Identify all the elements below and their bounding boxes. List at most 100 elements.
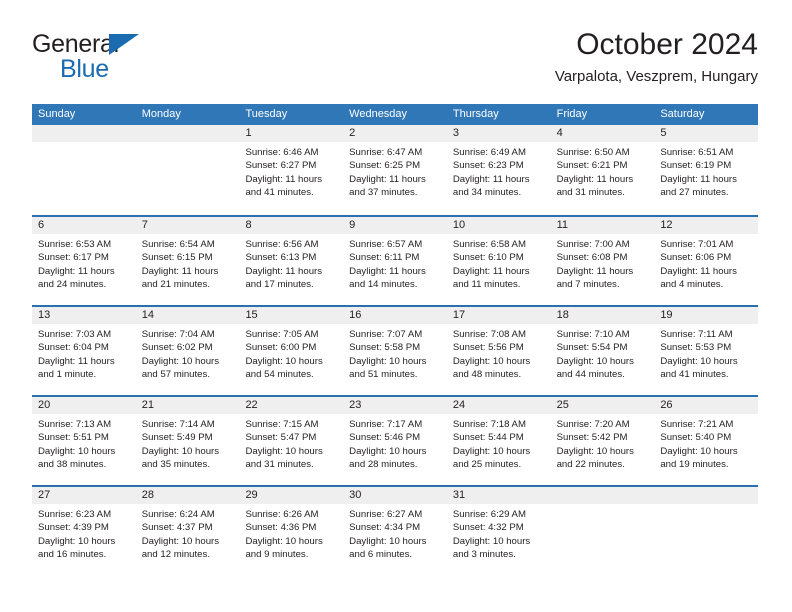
- day-cell-5[interactable]: 5 Sunrise: 6:51 AM Sunset: 6:19 PM Daylight…: [654, 125, 759, 215]
- day-cell-22[interactable]: 22 Sunrise: 7:15 AM Sunset: 5:47 PM Dayligh…: [239, 397, 344, 485]
- day-number: 17: [446, 307, 551, 324]
- weekday-header-tuesday: Tuesday: [245, 108, 288, 120]
- day-sunrise-line: Sunrise: 7:14 AM: [141, 419, 215, 430]
- day-number: 19: [654, 307, 759, 324]
- day-cell-28[interactable]: 28 Sunrise: 6:24 AM Sunset: 4:37 PM Dayligh…: [135, 487, 240, 575]
- day-cell-8[interactable]: 8 Sunrise: 6:56 AM Sunset: 6:13 PM Daylight…: [239, 217, 344, 305]
- day-cell-15[interactable]: 15 Sunrise: 7:05 AM Sunset: 6:00 PM Dayligh…: [239, 307, 344, 395]
- day-sun-info: Sunrise: 7:05 AM Sunset: 6:00 PM Daylight:…: [239, 324, 343, 382]
- day-sun-info: Sunrise: 7:07 AM Sunset: 5:58 PM Daylight:…: [343, 324, 447, 382]
- day-cell-empty: [32, 125, 136, 215]
- day-cell-26[interactable]: 26 Sunrise: 7:21 AM Sunset: 5:40 PM Dayligh…: [654, 397, 759, 485]
- day-cell-empty: [135, 125, 240, 215]
- weekday-header-row: Sunday Monday Tuesday Wednesday Thursday Frid…: [32, 104, 758, 125]
- day-sunset-line: Sunset: 5:42 PM: [556, 432, 628, 444]
- day-sunset-line: Sunset: 5:49 PM: [141, 432, 213, 444]
- day-sunrise-line: Sunrise: 7:18 AM: [452, 419, 526, 430]
- day-daylight-line: Daylight: 11 hours: [38, 265, 115, 277]
- day-sun-info: Sunrise: 7:18 AM Sunset: 5:44 PM Daylight:…: [447, 414, 551, 472]
- day-cell-19[interactable]: 19 Sunrise: 7:11 AM Sunset: 5:53 PM Dayligh…: [654, 307, 759, 395]
- day-sunset-line: Sunset: 6:21 PM: [556, 160, 628, 172]
- day-cell-3[interactable]: 3 Sunrise: 6:49 AM Sunset: 6:23 PM Daylight…: [446, 125, 551, 215]
- day-sunrise-line: Sunrise: 6:57 AM: [349, 239, 423, 250]
- day-cell-16[interactable]: 16 Sunrise: 7:07 AM Sunset: 5:58 PM Dayligh…: [343, 307, 447, 395]
- day-sunrise-line: Sunrise: 6:54 AM: [141, 239, 215, 250]
- day-number: 12: [654, 217, 759, 234]
- day-sun-info: Sunrise: 7:14 AM Sunset: 5:49 PM Daylight:…: [136, 414, 240, 472]
- day-cell-4[interactable]: 4 Sunrise: 6:50 AM Sunset: 6:21 PM Daylight…: [550, 125, 655, 215]
- day-cell-20[interactable]: 20 Sunrise: 7:13 AM Sunset: 5:51 PM Dayligh…: [32, 397, 136, 485]
- day-daylight-line: and 6 minutes.: [349, 549, 413, 561]
- day-number: 4: [550, 125, 655, 142]
- day-sunrise-line: Sunrise: 7:10 AM: [556, 329, 630, 340]
- day-sun-info: Sunrise: 6:29 AM Sunset: 4:32 PM Daylight:…: [447, 504, 551, 562]
- day-number: 2: [343, 125, 447, 142]
- day-daylight-line: and 27 minutes.: [660, 187, 729, 199]
- day-daylight-line: Daylight: 10 hours: [141, 355, 220, 367]
- day-sunset-line: Sunset: 6:17 PM: [38, 252, 109, 264]
- day-cell-7[interactable]: 7 Sunrise: 6:54 AM Sunset: 6:15 PM Daylight…: [135, 217, 240, 305]
- general-blue-logo: General Blue: [32, 32, 222, 90]
- day-sun-info: Sunrise: 7:00 AM Sunset: 6:08 PM Daylight:…: [551, 234, 655, 292]
- day-cell-21[interactable]: 21 Sunrise: 7:14 AM Sunset: 5:49 PM Dayligh…: [135, 397, 240, 485]
- day-number: 21: [135, 397, 240, 414]
- day-daylight-line: Daylight: 11 hours: [660, 265, 737, 277]
- day-daylight-line: Daylight: 11 hours: [38, 355, 115, 367]
- day-daylight-line: and 9 minutes.: [245, 549, 309, 561]
- day-daylight-line: Daylight: 10 hours: [349, 355, 427, 367]
- day-cell-29[interactable]: 29 Sunrise: 6:26 AM Sunset: 4:36 PM Dayligh…: [239, 487, 344, 575]
- calendar-page: General Blue October 2024 Varpalota, Ves…: [0, 0, 792, 612]
- day-cell-31[interactable]: 31 Sunrise: 6:29 AM Sunset: 4:32 PM Dayligh…: [446, 487, 551, 575]
- day-cell-11[interactable]: 11 Sunrise: 7:00 AM Sunset: 6:08 PM Dayligh…: [550, 217, 655, 305]
- day-daylight-line: and 57 minutes.: [141, 369, 210, 381]
- day-daylight-line: and 19 minutes.: [660, 459, 729, 471]
- day-cell-9[interactable]: 9 Sunrise: 6:57 AM Sunset: 6:11 PM Daylight…: [343, 217, 447, 305]
- day-cell-13[interactable]: 13 Sunrise: 7:03 AM Sunset: 6:04 PM Dayligh…: [32, 307, 136, 395]
- day-sunrise-line: Sunrise: 6:24 AM: [141, 509, 215, 520]
- day-cell-24[interactable]: 24 Sunrise: 7:18 AM Sunset: 5:44 PM Dayligh…: [446, 397, 551, 485]
- day-daylight-line: and 38 minutes.: [38, 459, 107, 471]
- day-number: 9: [343, 217, 447, 234]
- day-sun-info: Sunrise: 6:56 AM Sunset: 6:13 PM Daylight:…: [239, 234, 343, 292]
- day-number: 5: [654, 125, 759, 142]
- day-number: 10: [446, 217, 551, 234]
- day-number: 24: [446, 397, 551, 414]
- day-daylight-line: Daylight: 10 hours: [141, 445, 220, 457]
- day-number: 26: [654, 397, 759, 414]
- day-daylight-line: Daylight: 10 hours: [556, 355, 634, 367]
- day-sunrise-line: Sunrise: 7:01 AM: [660, 239, 734, 250]
- day-cell-27[interactable]: 27 Sunrise: 6:23 AM Sunset: 4:39 PM Dayligh…: [32, 487, 136, 575]
- day-daylight-line: and 35 minutes.: [141, 459, 210, 471]
- day-number: 25: [550, 397, 655, 414]
- day-cell-25[interactable]: 25 Sunrise: 7:20 AM Sunset: 5:42 PM Dayligh…: [550, 397, 655, 485]
- day-cell-10[interactable]: 10 Sunrise: 6:58 AM Sunset: 6:10 PM Dayligh…: [446, 217, 551, 305]
- day-sun-info: Sunrise: 7:13 AM Sunset: 5:51 PM Daylight:…: [32, 414, 136, 472]
- day-cell-17[interactable]: 17 Sunrise: 7:08 AM Sunset: 5:56 PM Dayligh…: [446, 307, 551, 395]
- day-cell-30[interactable]: 30 Sunrise: 6:27 AM Sunset: 4:34 PM Dayligh…: [343, 487, 447, 575]
- day-sunrise-line: Sunrise: 7:20 AM: [556, 419, 630, 430]
- day-cell-6[interactable]: 6 Sunrise: 6:53 AM Sunset: 6:17 PM Daylight…: [32, 217, 136, 305]
- day-daylight-line: Daylight: 10 hours: [452, 355, 531, 367]
- day-cell-23[interactable]: 23 Sunrise: 7:17 AM Sunset: 5:46 PM Dayligh…: [343, 397, 447, 485]
- day-sun-info: Sunrise: 7:20 AM Sunset: 5:42 PM Daylight:…: [551, 414, 655, 472]
- day-daylight-line: and 25 minutes.: [452, 459, 522, 471]
- day-cell-14[interactable]: 14 Sunrise: 7:04 AM Sunset: 6:02 PM Dayligh…: [135, 307, 240, 395]
- day-sun-info: Sunrise: 6:23 AM Sunset: 4:39 PM Daylight:…: [32, 504, 136, 562]
- day-number: 1: [239, 125, 344, 142]
- day-sunset-line: Sunset: 6:23 PM: [452, 160, 524, 172]
- day-daylight-line: and 34 minutes.: [452, 187, 522, 199]
- day-cell-18[interactable]: 18 Sunrise: 7:10 AM Sunset: 5:54 PM Dayligh…: [550, 307, 655, 395]
- day-number: 29: [239, 487, 344, 504]
- day-daylight-line: Daylight: 10 hours: [349, 535, 427, 547]
- day-daylight-line: and 22 minutes.: [556, 459, 625, 471]
- day-cell-12[interactable]: 12 Sunrise: 7:01 AM Sunset: 6:06 PM Dayligh…: [654, 217, 759, 305]
- calendar-week-row: 6 Sunrise: 6:53 AM Sunset: 6:17 PM Daylight…: [32, 215, 759, 305]
- weekday-header-sunday: Sunday: [38, 108, 76, 120]
- day-number: 15: [239, 307, 344, 324]
- day-cell-1[interactable]: 1 Sunrise: 6:46 AM Sunset: 6:27 PM Daylight…: [239, 125, 344, 215]
- calendar-week-row: 27 Sunrise: 6:23 AM Sunset: 4:39 PM Dayligh…: [32, 485, 759, 575]
- day-cell-2[interactable]: 2 Sunrise: 6:47 AM Sunset: 6:25 PM Daylight…: [343, 125, 447, 215]
- day-sunrise-line: Sunrise: 7:15 AM: [245, 419, 319, 430]
- day-number: 27: [32, 487, 136, 504]
- day-daylight-line: Daylight: 10 hours: [245, 355, 323, 367]
